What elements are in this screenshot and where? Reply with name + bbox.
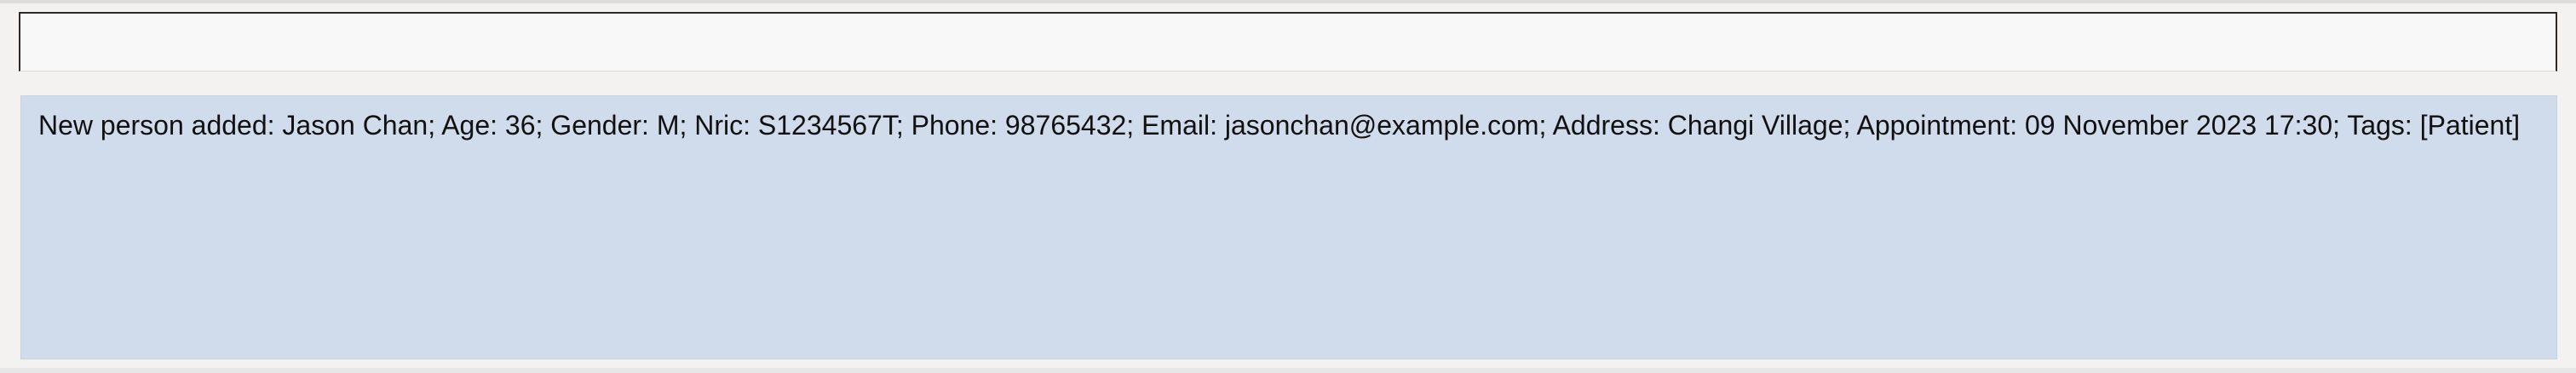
command-input[interactable]	[20, 14, 2556, 71]
app-window: New person added: Jason Chan; Age: 36; G…	[0, 0, 2576, 373]
result-display[interactable]: New person added: Jason Chan; Age: 36; G…	[20, 95, 2557, 359]
command-box[interactable]	[19, 12, 2557, 72]
status-strip	[0, 368, 2576, 373]
result-message: New person added: Jason Chan; Age: 36; G…	[38, 110, 2521, 141]
window-top-edge	[0, 0, 2576, 3]
